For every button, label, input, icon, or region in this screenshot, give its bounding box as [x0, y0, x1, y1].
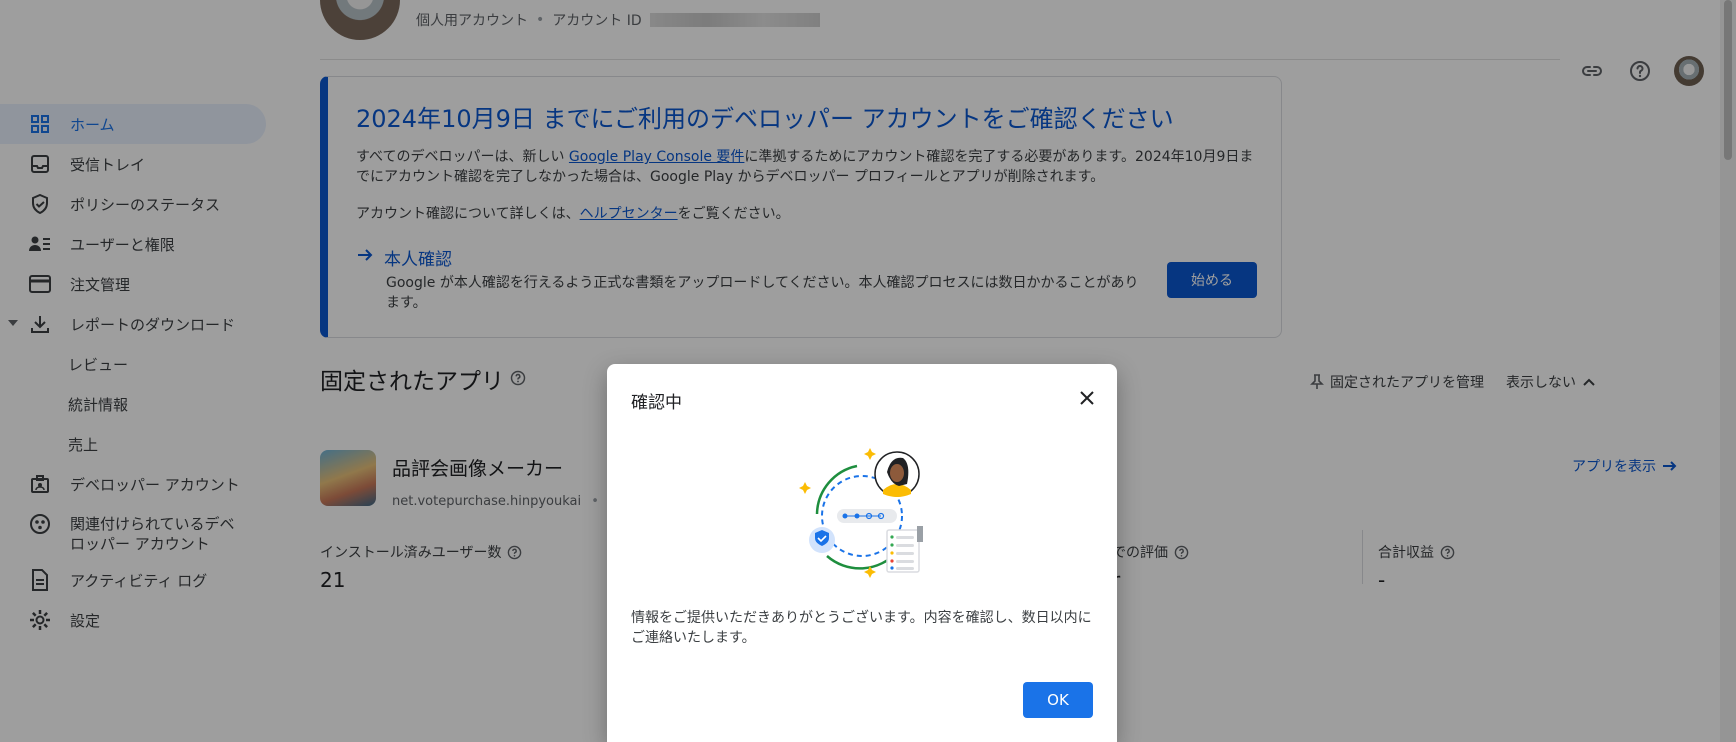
verification-illustration: [787, 444, 937, 584]
ok-button[interactable]: OK: [1023, 682, 1093, 718]
dialog-message: 情報をご提供いただきありがとうございます。内容を確認し、数日以内にご連絡いたしま…: [631, 610, 1092, 646]
close-icon[interactable]: [1073, 384, 1101, 412]
verification-dialog: 確認中 情報をご提供いただきありがとうございます。内容を確認し、数日以内にご連絡…: [607, 364, 1117, 742]
dialog-title: 確認中: [631, 393, 682, 413]
